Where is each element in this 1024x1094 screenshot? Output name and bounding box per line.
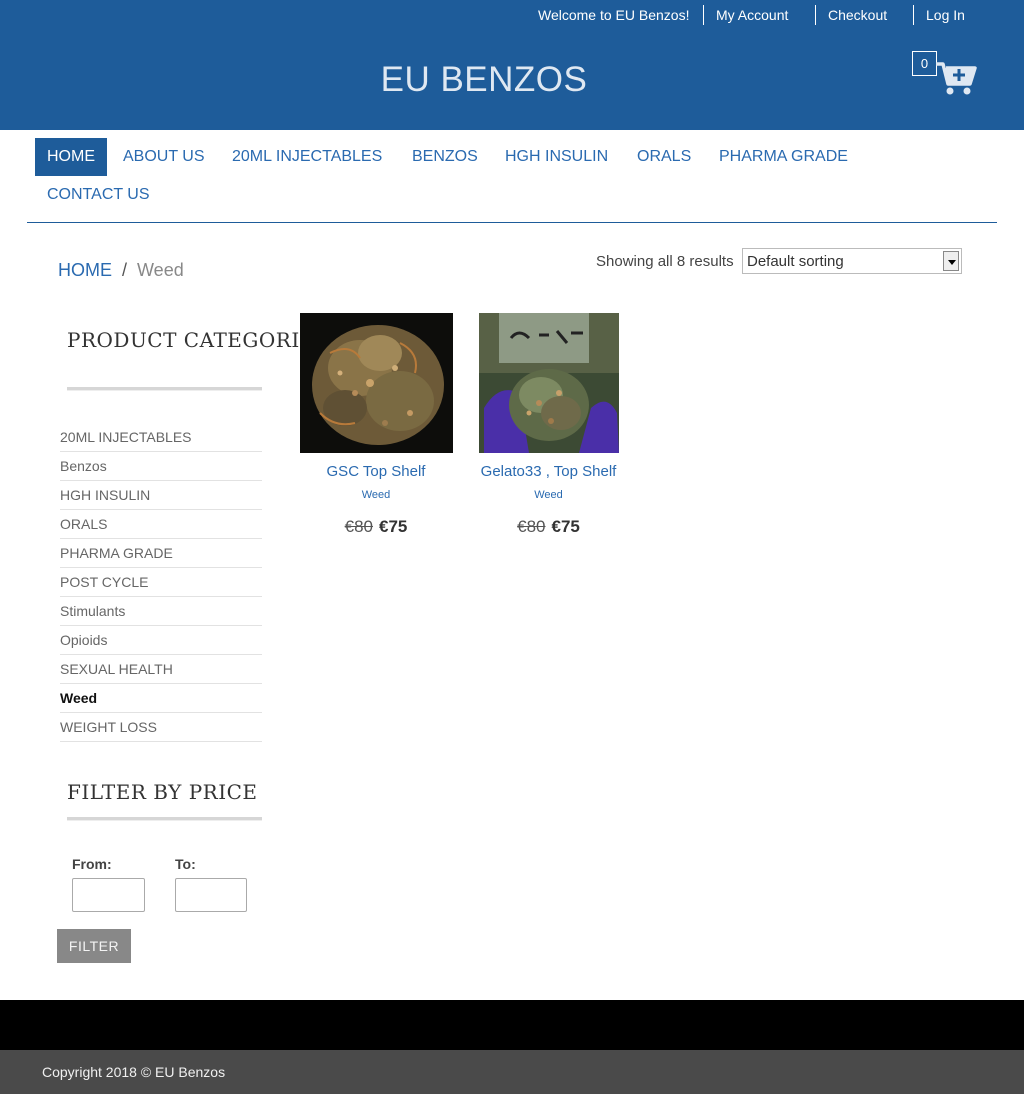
category-hgh-insulin[interactable]: HGH INSULIN bbox=[60, 481, 262, 510]
product-sale-price: €75 bbox=[551, 517, 580, 536]
product-old-price: €80 bbox=[517, 517, 546, 536]
nav-contact-us[interactable]: CONTACT US bbox=[47, 176, 150, 214]
price-from-input[interactable] bbox=[72, 878, 145, 912]
result-count: Showing all 8 results bbox=[596, 253, 734, 270]
login-link[interactable]: Log In bbox=[926, 7, 965, 23]
category-orals[interactable]: ORALS bbox=[60, 510, 262, 539]
product-category[interactable]: Weed bbox=[291, 489, 461, 501]
footer-bar: Copyright 2018 © EU Benzos bbox=[0, 1050, 1024, 1094]
product-image[interactable] bbox=[479, 313, 619, 453]
category-weight-loss[interactable]: WEIGHT LOSS bbox=[60, 713, 262, 742]
product-price: €80 €75 bbox=[463, 517, 634, 537]
widget-divider bbox=[67, 817, 262, 821]
footer-widgets-area bbox=[0, 1000, 1024, 1050]
category-post-cycle[interactable]: POST CYCLE bbox=[60, 568, 262, 597]
category-sexual-health[interactable]: SEXUAL HEALTH bbox=[60, 655, 262, 684]
category-opioids[interactable]: Opioids bbox=[60, 626, 262, 655]
filter-button[interactable]: FILTER bbox=[57, 929, 131, 963]
sort-selected-value: Default sorting bbox=[747, 253, 844, 270]
checkout-link[interactable]: Checkout bbox=[828, 7, 887, 23]
category-20ml-injectables[interactable]: 20ML INJECTABLES bbox=[60, 423, 262, 452]
price-to-label: To: bbox=[175, 856, 196, 872]
breadcrumb-separator: / bbox=[122, 260, 128, 280]
category-stimulants[interactable]: Stimulants bbox=[60, 597, 262, 626]
price-from-label: From: bbox=[72, 856, 112, 872]
main-navigation: HOME ABOUT US 20ML INJECTABLES BENZOS HG… bbox=[27, 130, 997, 223]
breadcrumb-home[interactable]: HOME bbox=[58, 260, 112, 280]
nav-home[interactable]: HOME bbox=[35, 138, 107, 176]
nav-about-us[interactable]: ABOUT US bbox=[123, 138, 205, 176]
chevron-down-icon[interactable] bbox=[943, 251, 959, 271]
product-category[interactable]: Weed bbox=[463, 489, 634, 501]
my-account-link[interactable]: My Account bbox=[716, 7, 788, 23]
category-list: 20ML INJECTABLES Benzos HGH INSULIN ORAL… bbox=[60, 423, 262, 742]
product-sale-price: €75 bbox=[379, 517, 408, 536]
nav-20ml-injectables[interactable]: 20ML INJECTABLES bbox=[232, 138, 382, 176]
product-image[interactable] bbox=[300, 313, 453, 453]
product-price: €80 €75 bbox=[291, 517, 461, 537]
product-name[interactable]: GSC Top Shelf bbox=[291, 463, 461, 480]
product-old-price: €80 bbox=[344, 517, 373, 536]
category-weed[interactable]: Weed bbox=[60, 684, 262, 713]
category-benzos[interactable]: Benzos bbox=[60, 452, 262, 481]
site-header: EU BENZOS 0 bbox=[0, 30, 1024, 130]
nav-pharma-grade[interactable]: PHARMA GRADE bbox=[719, 138, 848, 176]
breadcrumb-current: Weed bbox=[137, 260, 184, 280]
cart-plus-icon[interactable] bbox=[934, 58, 978, 98]
topbar-divider bbox=[703, 5, 704, 25]
filter-by-price-title: FILTER BY PRICE bbox=[67, 780, 258, 804]
nav-orals[interactable]: ORALS bbox=[637, 138, 691, 176]
topbar-divider bbox=[815, 5, 816, 25]
price-to-input[interactable] bbox=[175, 878, 247, 912]
category-pharma-grade[interactable]: PHARMA GRADE bbox=[60, 539, 262, 568]
copyright-text: Copyright 2018 © EU Benzos bbox=[42, 1064, 226, 1080]
site-logo[interactable]: EU BENZOS bbox=[0, 60, 968, 100]
nav-hgh-insulin[interactable]: HGH INSULIN bbox=[505, 138, 608, 176]
product-name[interactable]: Gelato33 , Top Shelf bbox=[463, 463, 634, 480]
topbar-divider bbox=[913, 5, 914, 25]
top-bar: Welcome to EU Benzos! My Account Checkou… bbox=[0, 0, 1024, 30]
nav-benzos[interactable]: BENZOS bbox=[412, 138, 478, 176]
breadcrumb: HOME / Weed bbox=[58, 260, 184, 281]
product-categories-title: PRODUCT CATEGORIES bbox=[67, 328, 330, 352]
widget-divider bbox=[67, 387, 262, 391]
welcome-text: Welcome to EU Benzos! bbox=[538, 7, 690, 23]
sort-select[interactable]: Default sorting bbox=[742, 248, 962, 274]
